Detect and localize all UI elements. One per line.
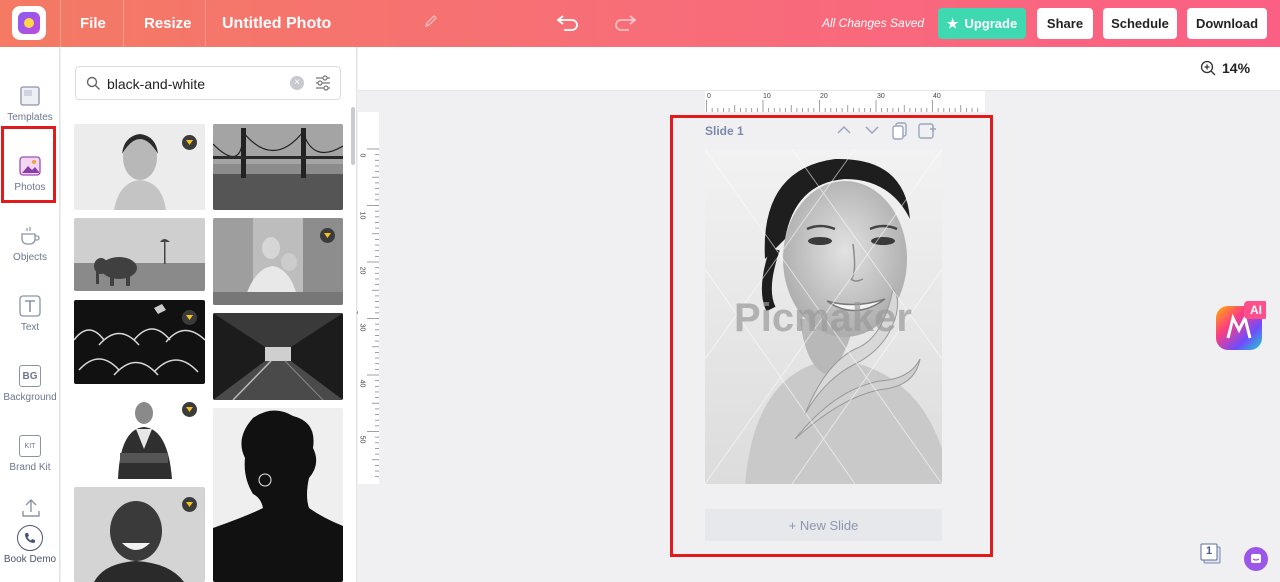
save-status: All Changes Saved (822, 16, 925, 30)
schedule-button[interactable]: Schedule (1103, 8, 1177, 39)
photo-thumbnail[interactable] (74, 124, 205, 210)
premium-badge-icon (320, 228, 335, 243)
templates-icon (19, 85, 41, 107)
ai-label: AI (1250, 303, 1262, 317)
move-up-icon[interactable] (836, 122, 852, 141)
download-button[interactable]: Download (1187, 8, 1267, 39)
clear-icon[interactable]: × (290, 76, 304, 90)
sidebar-item-brand-kit[interactable]: KIT Brand Kit (0, 425, 60, 491)
vertical-ruler: 0 10 20 30 40 50 (358, 112, 379, 484)
premium-badge-icon (182, 135, 197, 150)
photo-thumbnail[interactable] (74, 218, 205, 291)
zoom-control[interactable]: 14% (1200, 60, 1250, 76)
undo-icon[interactable] (555, 10, 581, 36)
add-slide-icon[interactable] (918, 122, 938, 143)
top-bar: File Resize Untitled Photo All Changes S… (0, 0, 1280, 47)
share-button[interactable]: Share (1037, 8, 1093, 39)
premium-badge-icon (182, 402, 197, 417)
pencil-icon[interactable] (424, 14, 438, 32)
photo-thumbnail[interactable] (74, 300, 205, 384)
star-icon: ★ (946, 15, 959, 31)
page-count: 1 (1206, 545, 1213, 557)
photo-thumbnail[interactable] (213, 408, 343, 582)
premium-badge-icon (182, 497, 197, 512)
sidebar-item-book-demo[interactable]: Book Demo (0, 515, 60, 581)
watermark-text: Picmaker (734, 296, 912, 340)
photo-thumbnail[interactable] (74, 393, 205, 479)
canvas-toolbar (358, 47, 1280, 91)
photo-thumbnail[interactable] (213, 124, 343, 210)
pages-button[interactable]: 1 (1200, 543, 1222, 565)
premium-badge-icon (182, 310, 197, 325)
search-icon (86, 76, 100, 90)
zoom-in-icon (1200, 60, 1216, 76)
upgrade-button[interactable]: ★ Upgrade (938, 8, 1026, 39)
objects-icon (19, 225, 41, 247)
slide-title: Slide 1 (705, 124, 744, 138)
search-field[interactable]: black-and-white × (75, 66, 341, 100)
photo-thumbnail[interactable] (213, 313, 343, 400)
search-input[interactable]: black-and-white (107, 76, 205, 92)
phone-icon (17, 525, 43, 551)
panel-scrollbar[interactable] (351, 107, 355, 165)
photos-panel: black-and-white × (61, 47, 357, 582)
horizontal-ruler: 0 10 20 30 40 (705, 91, 985, 112)
sidebar-item-objects[interactable]: Objects (0, 215, 60, 281)
redo-icon[interactable] (612, 10, 638, 36)
file-menu[interactable]: File (80, 0, 106, 47)
active-tab-highlight (1, 126, 56, 203)
resize-menu[interactable]: Resize (144, 0, 192, 47)
duplicate-slide-icon[interactable] (892, 122, 908, 143)
chat-icon[interactable] (1244, 547, 1268, 571)
ai-assistant-button[interactable]: AI (1216, 300, 1268, 350)
zoom-level: 14% (1222, 60, 1251, 76)
filter-icon[interactable] (314, 74, 332, 92)
photo-thumbnail[interactable] (74, 487, 205, 582)
document-title[interactable]: Untitled Photo (222, 0, 331, 47)
text-icon (19, 295, 41, 317)
slide-canvas-image[interactable]: Picmaker (705, 149, 942, 484)
brand-kit-icon: KIT (19, 435, 41, 457)
sidebar-item-background[interactable]: BG Background (0, 355, 60, 421)
sidebar-item-text[interactable]: Text (0, 285, 60, 351)
app-logo-icon[interactable] (12, 6, 46, 40)
background-icon: BG (19, 365, 41, 387)
new-slide-button[interactable]: + New Slide (705, 509, 942, 541)
move-down-icon[interactable] (864, 122, 880, 141)
photo-thumbnail[interactable] (213, 218, 343, 305)
